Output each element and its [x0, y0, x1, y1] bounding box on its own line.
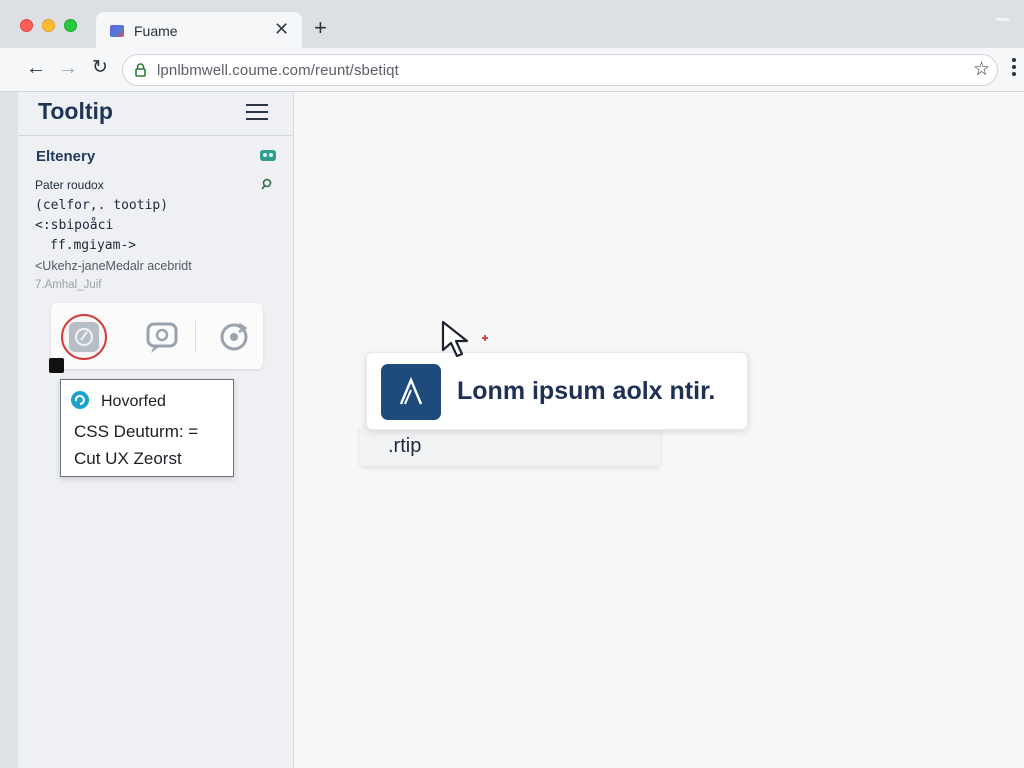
tooltip-card-line-2: CSS Deuturm: = [74, 422, 199, 441]
left-gutter [0, 92, 18, 768]
code-line: 7.Amhal_Juif [35, 279, 102, 291]
icon-toolbar [51, 303, 263, 369]
code-line: ff.mgiyam-> [50, 238, 137, 253]
sidebar-header: Tooltip [18, 92, 294, 136]
browser-toolbar: ← → ↻ lpnlbmwell.coume.com/reunt/sbetiqt… [0, 48, 1024, 92]
secure-lock-icon [135, 63, 146, 77]
hovered-tooltip-button[interactable] [61, 314, 107, 360]
sidebar-title: Tooltip [38, 98, 113, 124]
small-dark-icon [49, 358, 64, 373]
search-icon[interactable] [261, 178, 273, 190]
new-tab-button[interactable]: + [314, 17, 327, 39]
browser-tab[interactable]: Fuame ✕ [96, 12, 302, 48]
tab-close-icon[interactable]: ✕ [274, 20, 289, 38]
browser-titlebar: Fuame ✕ + [0, 0, 1024, 48]
close-window-button[interactable] [20, 19, 33, 32]
code-line: (celfor,. tootip) [35, 198, 169, 213]
sidebar: Tooltip Eltenery Pater roudox (celfor,. … [18, 92, 294, 768]
tab-title: Fuame [134, 23, 178, 39]
chat-bubble-icon[interactable] [139, 314, 185, 360]
hamburger-menu-icon[interactable] [246, 104, 268, 120]
mouse-cursor-icon [441, 320, 488, 358]
tooltip-class-box: .rtip [360, 424, 660, 466]
tooltip-card-line-3: Cut UX Zeorst [74, 449, 182, 468]
tab-favicon-icon [110, 25, 124, 37]
minimize-window-button[interactable] [42, 19, 55, 32]
back-arrow-icon[interactable]: ← [26, 57, 46, 79]
info-swirl-icon [71, 391, 89, 409]
bookmark-star-icon[interactable]: ☆ [973, 58, 990, 81]
address-bar[interactable]: lpnlbmwell.coume.com/reunt/sbetiqt ☆ [122, 54, 998, 86]
refresh-icon[interactable] [211, 314, 257, 360]
main-tooltip: Lonm ipsum aolx ntir. [366, 352, 748, 430]
maximize-window-button[interactable] [64, 19, 77, 32]
code-line: Pater roudox [35, 178, 104, 192]
browser-menu-icon[interactable] [1012, 58, 1016, 80]
reload-icon[interactable]: ↻ [92, 57, 108, 79]
tooltip-logo-icon [381, 364, 441, 420]
section-heading: Eltenery [36, 148, 96, 165]
tooltip-card-line-1: Hovorfed [101, 393, 166, 410]
code-line: <:sbipoåci [35, 218, 114, 233]
tooltip-class-label: .rtip [388, 435, 422, 457]
code-line: <Ukehz-janeMedalr acebridt [35, 259, 192, 273]
toolbar-divider [195, 321, 196, 353]
url-text[interactable]: lpnlbmwell.coume.com/reunt/sbetiqt [157, 62, 399, 79]
hovered-tooltip-icon [69, 322, 99, 352]
palette-icon[interactable] [259, 148, 277, 163]
tooltip-text: Lonm ipsum aolx ntir. [457, 377, 716, 405]
page-viewport: Tooltip Eltenery Pater roudox (celfor,. … [0, 92, 1024, 768]
forward-arrow-icon[interactable]: → [58, 57, 78, 79]
window-menu-indicator [996, 18, 1010, 21]
hover-tooltip-card: Hovorfed CSS Deuturm: = Cut UX Zeorst [60, 379, 234, 477]
